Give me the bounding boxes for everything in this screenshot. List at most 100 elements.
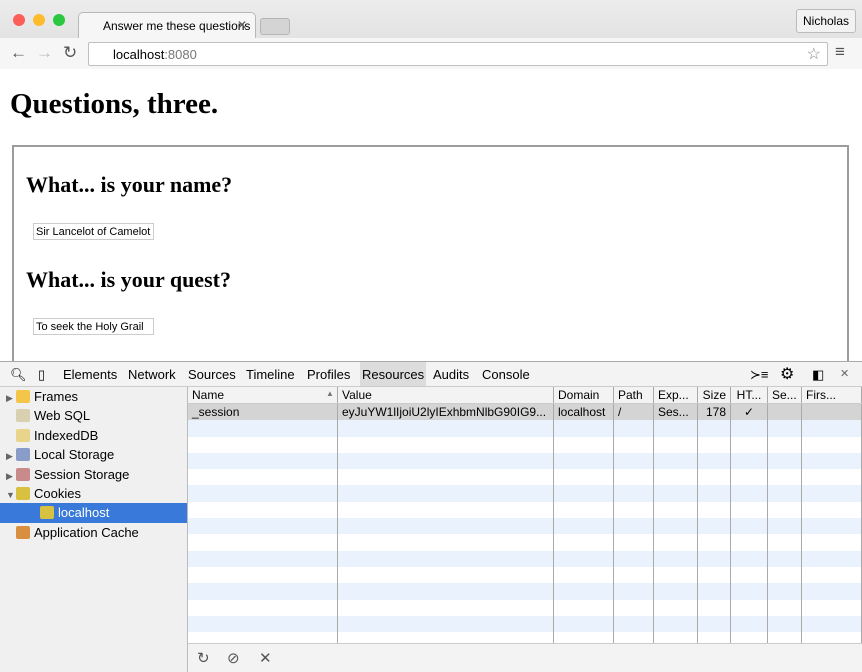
table-cell <box>614 566 654 584</box>
sidebar-label: IndexedDB <box>34 427 99 443</box>
tab-resources[interactable]: Resources <box>360 362 427 386</box>
table-cell <box>338 583 554 600</box>
table-cell <box>614 485 654 502</box>
table-cell <box>802 599 862 616</box>
expand-icon[interactable]: ▶ <box>6 389 16 408</box>
table-cell <box>731 469 768 486</box>
table-cell: / <box>614 404 654 421</box>
address-bar[interactable]: localhost:8080 ☆ <box>88 42 828 66</box>
tab-elements[interactable]: Elements <box>63 367 117 382</box>
table-cell <box>338 632 554 643</box>
table-cell <box>731 534 768 551</box>
tab-network[interactable]: Network <box>128 367 176 382</box>
table-cell <box>614 518 654 535</box>
sidebar-item-web-sql[interactable]: Web SQL <box>0 406 187 425</box>
new-tab-button[interactable] <box>260 18 290 35</box>
table-cell <box>731 485 768 502</box>
table-header[interactable]: Name Value Domain Path Exp... Size HT... Se... F… <box>188 387 862 404</box>
expand-icon[interactable]: ▶ <box>6 447 16 466</box>
forward-icon[interactable]: → <box>36 43 53 63</box>
table-cell <box>802 404 862 421</box>
table-cell <box>554 632 614 643</box>
table-cell <box>654 550 698 567</box>
column-header: Firs... <box>802 387 862 403</box>
folder-icon <box>16 390 30 403</box>
table-cell <box>698 420 731 437</box>
tab-audits[interactable]: Audits <box>433 367 469 382</box>
table-cell <box>802 420 862 437</box>
close-icon[interactable]: ✕ <box>840 367 849 380</box>
table-row <box>188 566 862 584</box>
table-row <box>188 534 862 551</box>
table-cell <box>614 583 654 600</box>
table-cell <box>554 436 614 453</box>
table-cell <box>554 420 614 437</box>
sidebar-item-cookies[interactable]: ▼ Cookies <box>0 484 187 503</box>
delete-icon[interactable]: ✕ <box>259 649 272 667</box>
table-row <box>188 452 862 470</box>
column-header: HT... <box>731 387 768 403</box>
tab-console[interactable]: Console <box>482 367 530 382</box>
console-drawer-icon[interactable]: ≻≡ <box>750 367 768 383</box>
expand-icon[interactable]: ▶ <box>6 467 16 486</box>
table-row[interactable]: _session eyJuYW1lIjoiU2lyIExhbmNlbG90IG9.… <box>188 404 862 421</box>
browser-tab[interactable]: Answer me these questions ✕ <box>78 12 256 38</box>
maximize-window-button[interactable] <box>53 14 65 26</box>
tab-profiles[interactable]: Profiles <box>307 367 350 382</box>
sidebar-item-session-storage[interactable]: ▶ Session Storage <box>0 465 187 484</box>
sidebar-item-indexeddb[interactable]: IndexedDB <box>0 426 187 445</box>
table-cell <box>188 469 338 486</box>
table-cell <box>654 534 698 551</box>
sidebar-item-localhost[interactable]: localhost <box>0 503 187 523</box>
star-icon[interactable]: ☆ <box>807 44 821 64</box>
clear-icon[interactable]: ⊘ <box>227 649 240 667</box>
table-cell: localhost <box>554 404 614 421</box>
device-icon[interactable]: ▯ <box>38 367 45 383</box>
table-cell <box>802 632 862 643</box>
close-tab-icon[interactable]: ✕ <box>237 18 247 32</box>
table-cell <box>731 566 768 584</box>
quest-input[interactable] <box>33 318 154 335</box>
table-cell <box>188 485 338 502</box>
sidebar-label: Cookies <box>34 485 81 501</box>
profile-button[interactable]: Nicholas <box>796 9 856 33</box>
close-window-button[interactable] <box>13 14 25 26</box>
sidebar-item-local-storage[interactable]: ▶ Local Storage <box>0 445 187 464</box>
table-cell <box>654 452 698 470</box>
tab-sources[interactable]: Sources <box>188 367 236 382</box>
tab-timeline[interactable]: Timeline <box>246 367 295 382</box>
reload-icon[interactable]: ↻ <box>63 43 77 63</box>
gear-icon[interactable]: ⚙ <box>780 364 794 384</box>
table-cell: Ses... <box>654 404 698 421</box>
browser-chrome: Answer me these questions ✕ Nicholas ← → … <box>0 0 862 69</box>
table-cell <box>698 599 731 616</box>
menu-icon[interactable]: ≡ <box>835 42 845 62</box>
table-cell: 178 <box>698 404 731 421</box>
name-input[interactable] <box>33 223 154 240</box>
sidebar-item-application-cache[interactable]: Application Cache <box>0 523 187 542</box>
table-cell <box>654 615 698 633</box>
table-cell <box>698 485 731 502</box>
expand-icon[interactable]: ▼ <box>6 486 16 505</box>
sidebar-label: Application Cache <box>34 524 139 540</box>
refresh-icon[interactable]: ↻ <box>197 649 210 667</box>
devtools-toolbar: 🔍︎ ▯ Elements Network Sources Timeline P… <box>0 362 862 387</box>
table-row <box>188 469 862 486</box>
table-cell <box>554 501 614 519</box>
table-cell <box>338 615 554 633</box>
table-cell <box>802 518 862 535</box>
table-cell <box>654 501 698 519</box>
search-icon[interactable]: 🔍︎ <box>10 367 27 383</box>
table-cell <box>554 452 614 470</box>
page-title: Questions, three. <box>10 88 219 120</box>
sidebar-item-frames[interactable]: ▶ Frames <box>0 387 187 406</box>
table-cell <box>554 566 614 584</box>
column-header: Se... <box>768 387 802 403</box>
minimize-window-button[interactable] <box>33 14 45 26</box>
table-cell <box>731 436 768 453</box>
sort-asc-icon[interactable]: ▲ <box>326 389 334 398</box>
table-cell <box>654 632 698 643</box>
back-icon[interactable]: ← <box>10 43 27 63</box>
dock-icon[interactable]: ◧ <box>812 367 824 383</box>
column-header: Path <box>614 387 654 403</box>
